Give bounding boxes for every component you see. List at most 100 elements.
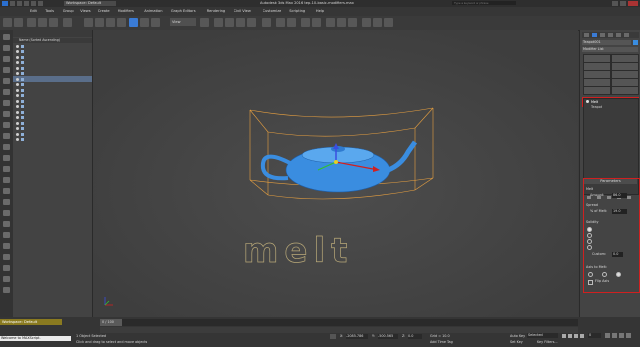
tool-strip-icon[interactable] <box>3 188 10 194</box>
tool-strip-icon[interactable] <box>3 111 10 117</box>
open-file-icon[interactable] <box>17 1 22 6</box>
tool-strip-icon[interactable] <box>3 166 10 172</box>
object-color-swatch[interactable] <box>633 40 638 45</box>
scene-explorer-icon[interactable] <box>312 18 321 27</box>
hierarchy-tab-icon[interactable] <box>600 33 605 37</box>
visibility-icon[interactable] <box>16 50 19 53</box>
utilities-tab-icon[interactable] <box>624 33 629 37</box>
set-key-button[interactable]: Set Key <box>510 340 523 344</box>
next-frame-icon[interactable] <box>580 334 584 338</box>
menu-help[interactable]: Help <box>316 8 324 15</box>
previous-frame-icon[interactable] <box>568 334 572 338</box>
modifier-button[interactable] <box>611 86 639 95</box>
solidity-option[interactable] <box>586 238 636 244</box>
solidity-radio[interactable] <box>587 245 592 250</box>
amount-spinner[interactable]: 86.0 <box>612 193 627 198</box>
layer-explorer-icon[interactable] <box>301 18 310 27</box>
curve-editor-icon[interactable] <box>326 18 335 27</box>
link-icon[interactable] <box>27 18 36 27</box>
tool-strip-icon[interactable] <box>3 89 10 95</box>
pivot-center-icon[interactable] <box>200 18 209 27</box>
x-coordinate-field[interactable]: -2085.786 <box>346 334 368 339</box>
orbit-icon[interactable] <box>619 333 624 338</box>
current-frame-field[interactable]: 0 <box>588 333 601 338</box>
visibility-icon[interactable] <box>16 83 19 86</box>
solidity-option[interactable] <box>586 226 636 232</box>
window-crossing-icon[interactable] <box>117 18 126 27</box>
unlink-icon[interactable] <box>38 18 47 27</box>
tool-strip-icon[interactable] <box>3 122 10 128</box>
custom-spinner[interactable]: 0.0 <box>612 252 623 257</box>
solidity-option[interactable] <box>586 244 636 250</box>
pan-icon[interactable] <box>612 333 617 338</box>
select-by-name-icon[interactable] <box>95 18 104 27</box>
tool-strip-icon[interactable] <box>3 144 10 150</box>
percent-snap-icon[interactable] <box>236 18 245 27</box>
menu-tools[interactable]: Tools <box>45 8 54 15</box>
menu-create[interactable]: Create <box>98 8 110 15</box>
rect-select-icon[interactable] <box>106 18 115 27</box>
tool-strip-icon[interactable] <box>3 199 10 205</box>
visibility-icon[interactable] <box>16 77 19 81</box>
modifier-on-icon[interactable] <box>586 100 589 103</box>
lock-selection-icon[interactable] <box>330 334 336 339</box>
undo-tool-icon[interactable] <box>3 18 12 27</box>
redo-tool-icon[interactable] <box>14 18 23 27</box>
save-file-icon[interactable] <box>24 1 29 6</box>
render-setup-icon[interactable] <box>362 18 371 27</box>
snap-toggle-icon[interactable] <box>214 18 223 27</box>
tool-strip-icon[interactable] <box>3 287 10 293</box>
axis-radio[interactable] <box>602 272 607 277</box>
axis-radio[interactable] <box>616 272 621 277</box>
menu-modifiers[interactable]: Modifiers <box>118 8 134 15</box>
render-icon[interactable] <box>384 18 393 27</box>
key-mode-select[interactable]: Selected <box>527 333 558 338</box>
maximize-icon[interactable] <box>620 1 626 6</box>
tool-strip-icon[interactable] <box>3 45 10 51</box>
tool-strip-icon[interactable] <box>3 56 10 62</box>
mirror-icon[interactable] <box>276 18 285 27</box>
create-tab-icon[interactable] <box>584 33 589 37</box>
undo-icon[interactable] <box>31 1 36 6</box>
visibility-icon[interactable] <box>16 138 19 141</box>
reference-coordinate-select[interactable]: View <box>170 18 196 26</box>
zoom-icon[interactable] <box>605 333 610 338</box>
add-time-tag[interactable]: Add Time Tag <box>430 340 453 344</box>
axis-radio[interactable] <box>588 272 593 277</box>
modifier-button[interactable] <box>583 86 611 95</box>
go-to-start-icon[interactable] <box>562 334 566 338</box>
flip-axis-checkbox[interactable] <box>588 280 593 285</box>
y-coordinate-field[interactable]: -500.565 <box>378 334 398 339</box>
search-input[interactable] <box>452 1 516 5</box>
menu-civil-view[interactable]: Civil View <box>234 8 251 15</box>
key-filters-button[interactable]: Key Filters... <box>537 340 558 344</box>
auto-key-button[interactable]: Auto Key <box>510 334 525 338</box>
tool-strip-icon[interactable] <box>3 254 10 260</box>
visibility-icon[interactable] <box>16 99 19 103</box>
visibility-icon[interactable] <box>16 94 19 97</box>
tool-strip-icon[interactable] <box>3 276 10 282</box>
maxscript-listener[interactable]: Welcome to MAXScript. <box>0 336 71 341</box>
app-logo-icon[interactable] <box>2 1 8 6</box>
menu-rendering[interactable]: Rendering <box>207 8 225 15</box>
visibility-icon[interactable] <box>16 44 19 48</box>
tool-strip-icon[interactable] <box>3 34 10 40</box>
menu-animation[interactable]: Animation <box>144 8 162 15</box>
tool-strip-icon[interactable] <box>3 67 10 73</box>
tool-strip-icon[interactable] <box>3 100 10 106</box>
minimize-icon[interactable] <box>612 1 618 6</box>
display-tab-icon[interactable] <box>616 33 621 37</box>
tool-strip-icon[interactable] <box>3 78 10 84</box>
tool-strip-icon[interactable] <box>3 177 10 183</box>
workspace-footer[interactable]: Workspace: Default <box>0 319 62 325</box>
select-move-icon[interactable] <box>129 18 138 27</box>
object-name-field[interactable]: Teapot001 <box>582 40 631 45</box>
z-coordinate-field[interactable]: 0.0 <box>408 334 422 339</box>
track-bar[interactable] <box>100 327 578 333</box>
solidity-option[interactable] <box>586 232 636 238</box>
axis-option[interactable] <box>602 271 614 277</box>
tool-strip-icon[interactable] <box>3 155 10 161</box>
named-selection-icon[interactable] <box>262 18 271 27</box>
time-slider[interactable]: 0 / 100 <box>100 319 578 326</box>
visibility-icon[interactable] <box>16 132 19 136</box>
